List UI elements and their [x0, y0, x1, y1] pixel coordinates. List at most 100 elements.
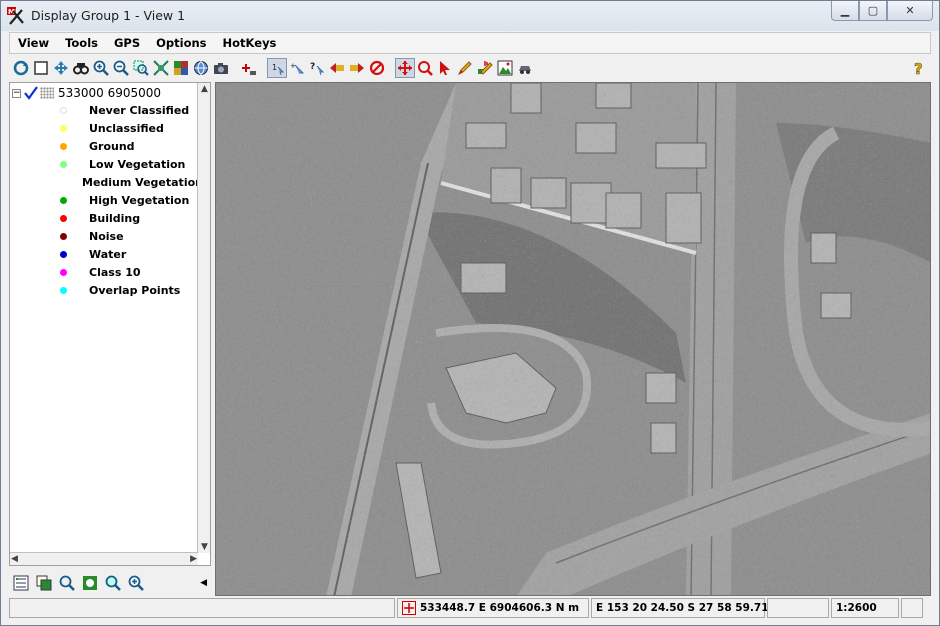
legend-class-item[interactable]: Water — [60, 245, 200, 263]
status-extra-cell — [901, 598, 923, 618]
legend-class-item[interactable]: High Vegetation — [60, 191, 200, 209]
status-scale: 1:2600 — [831, 598, 899, 618]
legend-horizontal-scrollbar[interactable]: ◀ ▶ — [10, 552, 198, 565]
layer-group-icon[interactable] — [171, 58, 191, 78]
legend-zoom-in-icon[interactable] — [103, 573, 123, 593]
map-view[interactable] — [215, 82, 931, 596]
class-label: Unclassified — [89, 121, 164, 135]
status-message — [9, 598, 395, 618]
utm-coordinates: 533448.7 E 6904606.3 N m — [420, 602, 580, 614]
checkmark-icon[interactable] — [24, 86, 38, 100]
legend-class-item[interactable]: Building — [60, 209, 200, 227]
menu-gps[interactable]: GPS — [106, 36, 148, 50]
class-color-swatch — [60, 196, 67, 204]
lidar-hillshade-image — [216, 83, 930, 595]
menu-tools[interactable]: Tools — [57, 36, 106, 50]
layer-legend-panel: − 533000 6905000 Never Classified Unclass… — [9, 82, 211, 566]
zoom-tool-icon[interactable] — [415, 58, 435, 78]
status-empty-cell — [767, 598, 829, 618]
zoom-fit-icon[interactable] — [151, 58, 171, 78]
query-icon[interactable]: ? — [307, 58, 327, 78]
minimize-icon: ▁ — [840, 4, 850, 17]
class-color-swatch — [60, 124, 67, 132]
toolbar: 1 + ? ? — [9, 56, 931, 80]
previous-icon[interactable] — [327, 58, 347, 78]
legend-search-icon[interactable] — [57, 573, 77, 593]
class-label: Never Classified — [89, 103, 190, 117]
maximize-icon: ▢ — [867, 4, 879, 17]
collapse-panel-icon[interactable]: ◀ — [200, 578, 207, 588]
scroll-right-icon[interactable]: ▶ — [190, 554, 197, 564]
layer-row[interactable]: − 533000 6905000 — [12, 85, 161, 101]
window-title: Display Group 1 - View 1 — [31, 8, 186, 23]
add-layer-icon[interactable] — [239, 58, 259, 78]
status-utm-coords: 533448.7 E 6904606.3 N m — [397, 598, 589, 618]
class-label: Noise — [89, 229, 124, 243]
redraw-icon[interactable] — [11, 58, 31, 78]
menu-options[interactable]: Options — [148, 36, 214, 50]
menu-view[interactable]: View — [10, 36, 57, 50]
class-color-swatch — [60, 214, 67, 222]
legend-vertical-scrollbar[interactable]: ▲ ▼ — [197, 83, 210, 553]
pointer-tool-icon[interactable] — [435, 58, 455, 78]
image-tool-icon[interactable] — [495, 58, 515, 78]
scroll-up-icon[interactable]: ▲ — [201, 84, 208, 94]
class-label: Building — [89, 211, 141, 225]
legend-class-item[interactable]: Noise — [60, 227, 200, 245]
pan-view-icon[interactable] — [51, 58, 71, 78]
menu-hotkeys[interactable]: HotKeys — [215, 36, 285, 50]
scroll-down-icon[interactable]: ▼ — [201, 542, 208, 552]
svg-text:1: 1 — [272, 63, 277, 72]
help-icon[interactable]: ? — [909, 58, 929, 78]
class-label: Low Vegetation — [89, 157, 186, 171]
status-geo-coords: E 153 20 24.50 S 27 58 59.71 — [591, 598, 769, 618]
legend-class-item[interactable]: Low Vegetation — [60, 155, 200, 173]
legend-class-item[interactable]: Ground — [60, 137, 200, 155]
maximize-button[interactable]: ▢ — [859, 1, 887, 21]
class-label: Class 10 — [89, 265, 141, 279]
stop-icon[interactable] — [367, 58, 387, 78]
edit-tool-icon[interactable] — [475, 58, 495, 78]
class-label: High Vegetation — [89, 193, 190, 207]
legend-class-item[interactable]: Class 10 — [60, 263, 200, 281]
legend-layers-icon[interactable] — [34, 573, 54, 593]
legend-class-item[interactable]: Overlap Points — [60, 281, 200, 299]
move-tool-icon[interactable] — [395, 58, 415, 78]
zoom-out-icon[interactable] — [111, 58, 131, 78]
zoom-box-icon[interactable] — [131, 58, 151, 78]
legend-zoom-out-icon[interactable] — [126, 573, 146, 593]
class-color-swatch — [60, 160, 67, 168]
binoculars-icon[interactable] — [71, 58, 91, 78]
globe-icon[interactable] — [191, 58, 211, 78]
app-window: MI Display Group 1 - View 1 ▁ ▢ ✕ View T… — [0, 0, 940, 626]
close-icon: ✕ — [905, 4, 915, 17]
legend-class-item[interactable]: Medium Vegetation — [60, 173, 203, 191]
lidar-layer-icon — [40, 87, 54, 99]
full-view-icon[interactable] — [31, 58, 51, 78]
close-button[interactable]: ✕ — [887, 1, 933, 21]
legend-class-item[interactable]: Never Classified — [60, 101, 200, 119]
collapse-icon[interactable]: − — [12, 88, 21, 98]
pencil-tool-icon[interactable] — [455, 58, 475, 78]
vehicle-tool-icon[interactable] — [515, 58, 535, 78]
scroll-left-icon[interactable]: ◀ — [11, 554, 18, 564]
menu-bar: View Tools GPS Options HotKeys — [9, 32, 931, 54]
title-bar[interactable]: MI Display Group 1 - View 1 ▁ ▢ ✕ — [1, 1, 939, 31]
svg-text:?: ? — [310, 62, 315, 72]
class-color-swatch — [60, 106, 67, 114]
status-bar: 533448.7 E 6904606.3 N m E 153 20 24.50 … — [9, 598, 931, 618]
class-color-swatch — [60, 250, 67, 258]
zoom-in-icon[interactable] — [91, 58, 111, 78]
camera-icon[interactable] — [211, 58, 231, 78]
legend-class-item[interactable]: Unclassified — [60, 119, 200, 137]
class-color-swatch — [60, 232, 67, 240]
app-logo-icon: MI — [7, 7, 24, 25]
gps-position-icon[interactable] — [402, 601, 416, 615]
legend-list-icon[interactable] — [11, 573, 31, 593]
legend-zoom-layer-icon[interactable] — [80, 573, 100, 593]
minimize-button[interactable]: ▁ — [831, 1, 859, 21]
class-label: Ground — [89, 139, 135, 153]
next-icon[interactable] — [347, 58, 367, 78]
select-one-icon[interactable]: 1 — [267, 58, 287, 78]
select-multiple-icon[interactable]: + — [287, 58, 307, 78]
